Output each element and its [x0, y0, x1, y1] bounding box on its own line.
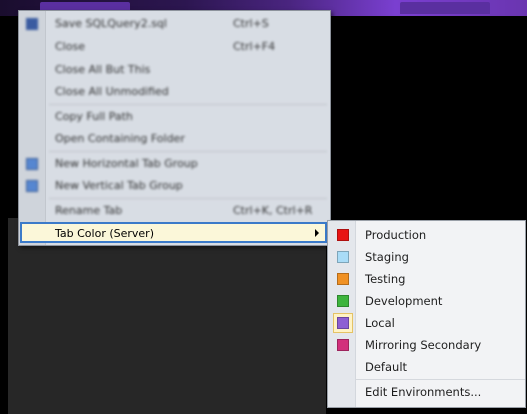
- color-option-label: Production: [365, 228, 427, 242]
- color-option-label: Staging: [365, 250, 409, 264]
- color-option-testing[interactable]: Testing: [328, 268, 525, 290]
- color-option-local[interactable]: Local: [328, 312, 525, 334]
- purple-swatch-icon: [337, 317, 349, 329]
- menu-item-shortcut: Ctrl+S: [233, 17, 269, 30]
- color-option-staging[interactable]: Staging: [328, 246, 525, 268]
- new-vertical-tab-group-menu-item[interactable]: New Vertical Tab Group: [19, 175, 330, 197]
- menu-item-label: Save SQLQuery2.sql: [55, 17, 167, 30]
- edit-environments-menu-item[interactable]: Edit Environments...: [328, 381, 525, 403]
- color-option-label: Development: [365, 294, 443, 308]
- tab-color-submenu: Production Staging Testing Development L…: [327, 220, 526, 408]
- tab-color-menu-item[interactable]: Tab Color (Server): [20, 222, 327, 243]
- save-menu-item[interactable]: Save SQLQuery2.sql Ctrl+S: [19, 13, 330, 35]
- vertical-tab-group-icon: [26, 180, 38, 192]
- menu-item-label: Close All But This: [55, 63, 151, 76]
- menu-separator: [49, 151, 327, 152]
- horizontal-tab-group-icon: [26, 158, 38, 170]
- menu-item-label: New Horizontal Tab Group: [55, 157, 198, 170]
- color-option-production[interactable]: Production: [328, 224, 525, 246]
- color-option-development[interactable]: Development: [328, 290, 525, 312]
- light-blue-swatch-icon: [337, 251, 349, 263]
- color-option-default[interactable]: Default: [328, 356, 525, 378]
- red-swatch-icon: [337, 229, 349, 241]
- tab-context-menu: Save SQLQuery2.sql Ctrl+S Close Ctrl+F4 …: [18, 10, 331, 246]
- save-icon: [26, 18, 38, 30]
- copy-full-path-menu-item[interactable]: Copy Full Path: [19, 106, 330, 128]
- menu-item-label: Close: [55, 40, 85, 53]
- menu-item-label: New Vertical Tab Group: [55, 179, 183, 192]
- menu-item-label: Close All Unmodified: [55, 85, 169, 98]
- document-tab[interactable]: [400, 2, 490, 14]
- color-option-mirroring-secondary[interactable]: Mirroring Secondary: [328, 334, 525, 356]
- new-horizontal-tab-group-menu-item[interactable]: New Horizontal Tab Group: [19, 153, 330, 175]
- menu-item-label: Tab Color (Server): [55, 227, 154, 240]
- close-all-unmodified-menu-item[interactable]: Close All Unmodified: [19, 81, 330, 103]
- menu-item-shortcut: Ctrl+F4: [233, 40, 276, 53]
- green-swatch-icon: [337, 295, 349, 307]
- open-containing-folder-menu-item[interactable]: Open Containing Folder: [19, 128, 330, 150]
- magenta-swatch-icon: [337, 339, 349, 351]
- color-option-label: Testing: [365, 272, 406, 286]
- menu-item-label: Copy Full Path: [55, 110, 133, 123]
- menu-separator: [49, 104, 327, 105]
- color-option-label: Local: [365, 316, 395, 330]
- submenu-separator: [328, 379, 525, 380]
- color-option-label: Mirroring Secondary: [365, 338, 482, 352]
- color-option-label: Default: [365, 360, 408, 374]
- submenu-arrow-icon: [315, 229, 319, 237]
- orange-swatch-icon: [337, 273, 349, 285]
- query-editor-area[interactable]: [8, 218, 326, 414]
- rename-tab-menu-item[interactable]: Rename Tab Ctrl+K, Ctrl+R: [19, 200, 330, 222]
- menu-separator: [49, 198, 327, 199]
- menu-item-label: Open Containing Folder: [55, 132, 185, 145]
- close-all-but-this-menu-item[interactable]: Close All But This: [19, 59, 330, 81]
- menu-item-shortcut: Ctrl+K, Ctrl+R: [233, 204, 313, 217]
- separator-line: [355, 379, 525, 380]
- menu-item-label: Rename Tab: [55, 204, 123, 217]
- menu-item-label: Edit Environments...: [365, 385, 482, 399]
- close-menu-item[interactable]: Close Ctrl+F4: [19, 36, 330, 58]
